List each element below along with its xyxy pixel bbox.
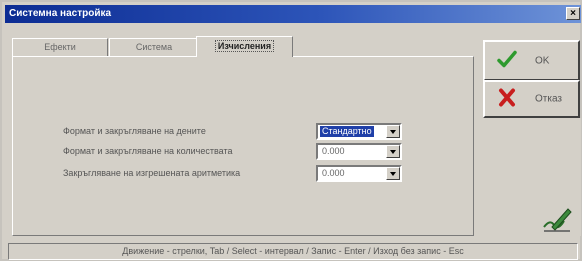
status-text: Движение - стрелки, Tab / Select - интер… [122, 246, 464, 256]
chevron-down-icon[interactable] [386, 125, 400, 138]
status-bar: Движение - стрелки, Tab / Select - интер… [8, 243, 578, 260]
settings-dialog: Системна настройка × Ефекти Система Изчи… [0, 0, 582, 261]
field-label: Закръгляване на изгрешената аритметика [63, 168, 241, 178]
tab-system-label: Система [135, 42, 173, 52]
tab-calculations[interactable]: Изчисления [196, 36, 293, 57]
red-cross-icon [497, 88, 517, 111]
title-bar: Системна настройка × [5, 5, 581, 23]
quantity-format-select[interactable]: 0.000 [316, 143, 402, 160]
chevron-down-icon[interactable] [386, 145, 400, 158]
chevron-down-icon[interactable] [386, 167, 400, 180]
window-title: Системна настройка [9, 8, 112, 19]
ok-label: OK [535, 55, 550, 66]
tab-system[interactable]: Система [109, 38, 199, 56]
green-check-icon [497, 49, 517, 72]
tab-effects[interactable]: Ефекти [12, 38, 108, 56]
field-label: Формат и закръгляване на количествата [63, 146, 233, 156]
tab-panel: Формат и закръгляване на дените Стандарт… [12, 56, 474, 236]
pen-sign-icon[interactable] [542, 205, 572, 236]
tab-effects-label: Ефекти [44, 42, 76, 52]
select-value: Стандартно [320, 126, 374, 137]
select-value: 0.000 [322, 146, 345, 156]
cancel-button[interactable]: Отказ [483, 80, 580, 118]
select-value: 0.000 [322, 168, 345, 178]
ok-button[interactable]: OK [483, 40, 580, 81]
close-icon[interactable]: × [566, 7, 580, 20]
cancel-label: Отказ [535, 93, 562, 105]
tab-calculations-label: Изчисления [214, 40, 275, 52]
field-label: Формат и закръгляване на дените [63, 126, 206, 136]
rounding-select[interactable]: 0.000 [316, 165, 402, 182]
price-format-select[interactable]: Стандартно [316, 123, 402, 140]
